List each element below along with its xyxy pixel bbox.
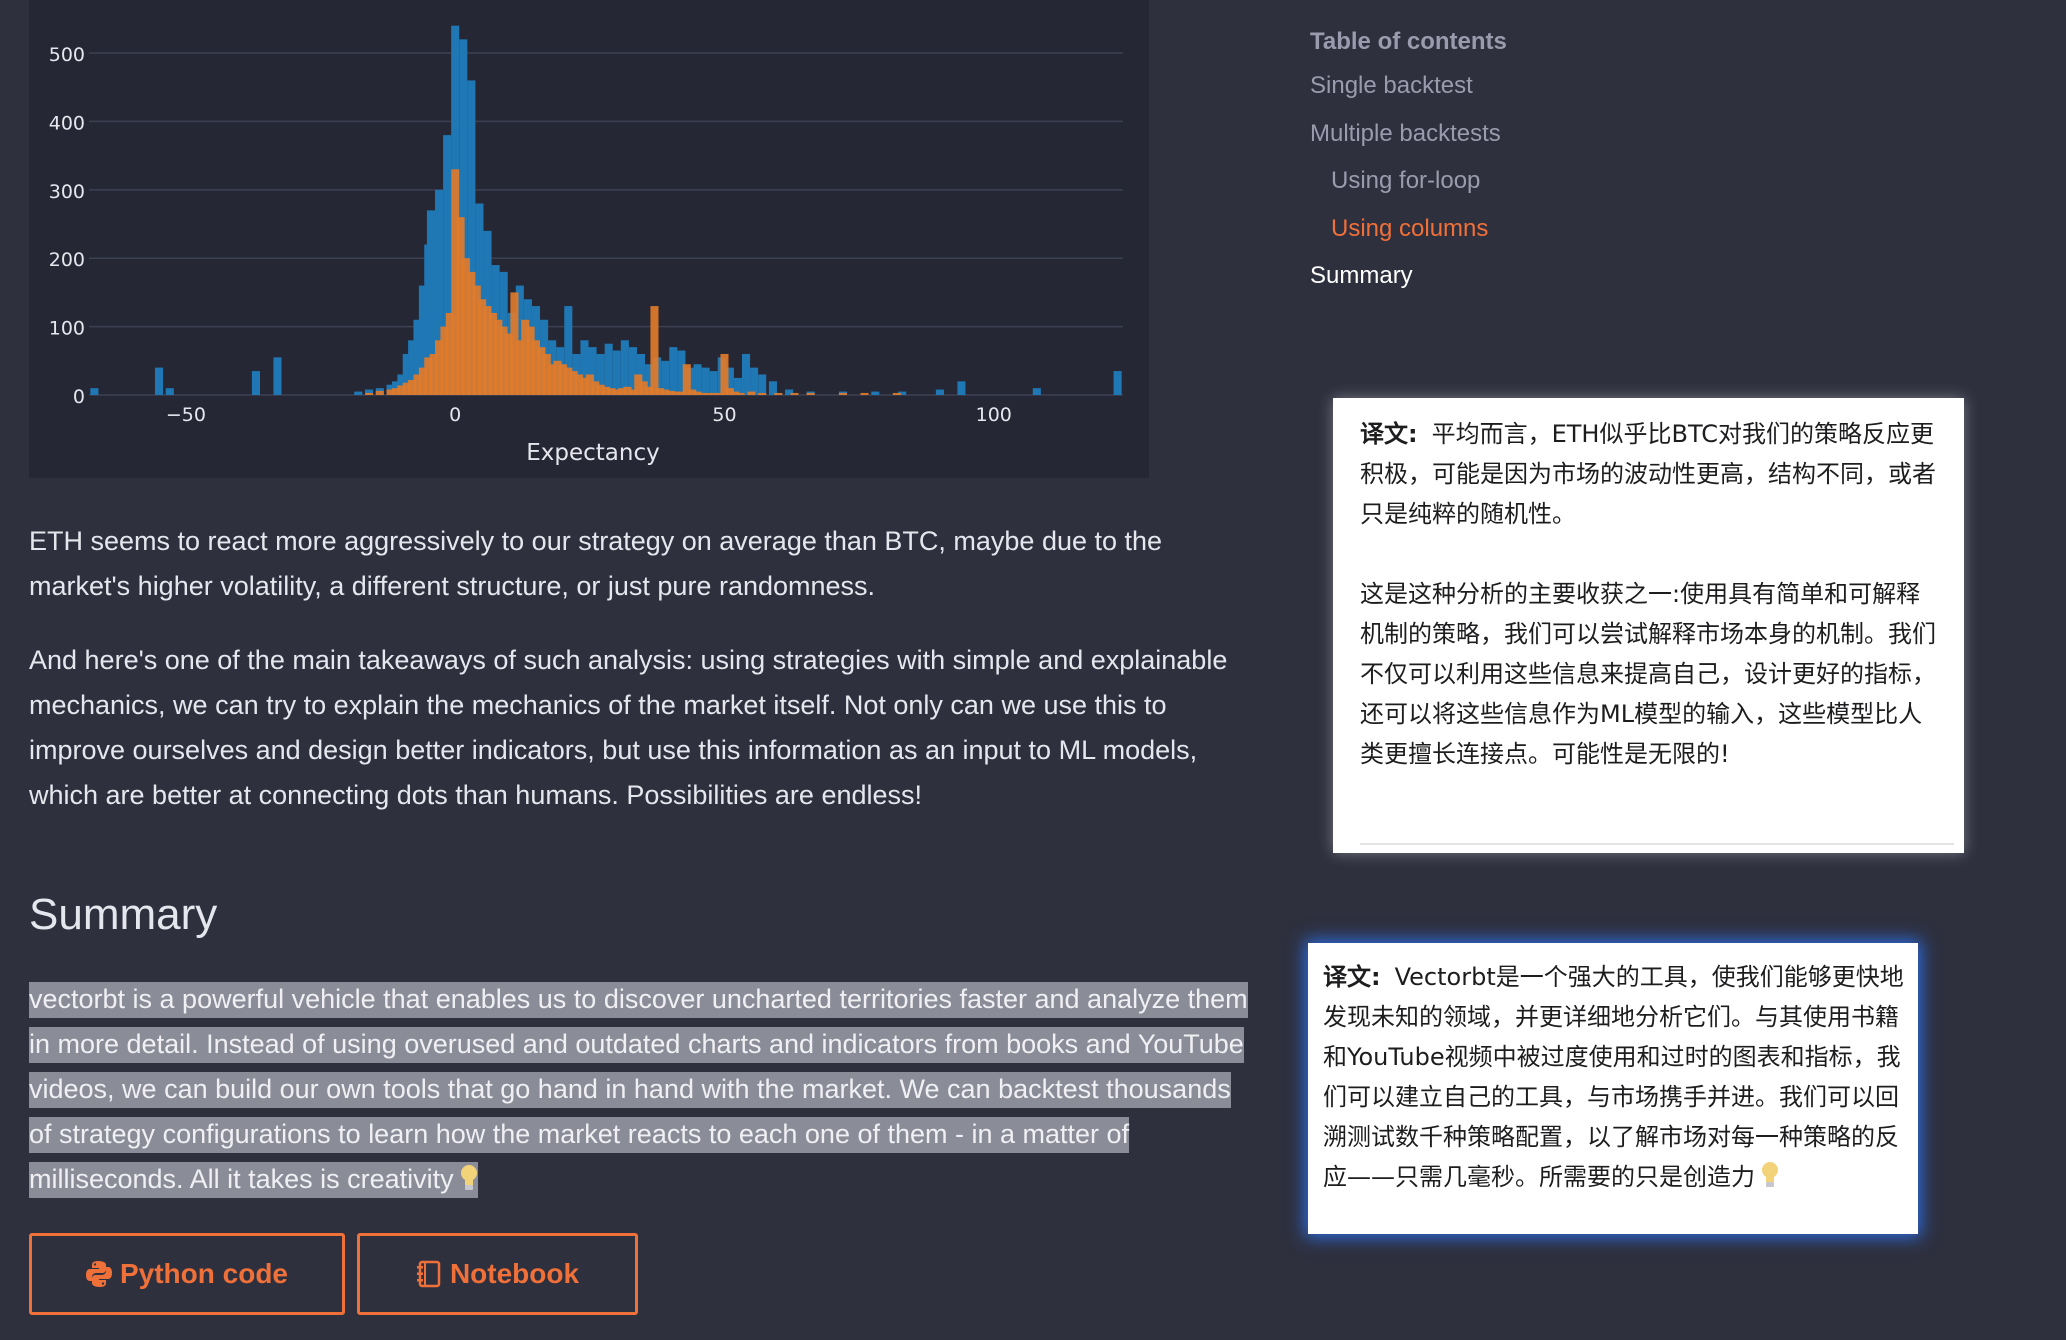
notebook-button[interactable]: Notebook [357,1233,638,1315]
translation-label: 译文: [1360,420,1418,448]
y-tick-label: 100 [49,318,85,340]
histogram-bar-blue [90,388,99,395]
summary-paragraph[interactable]: vectorbt is a powerful vehicle that enab… [29,977,1249,1202]
summary-heading: Summary [29,890,218,939]
summary-text[interactable]: vectorbt is a powerful vehicle that enab… [29,984,1248,1194]
histogram-bar-blue [154,367,164,395]
notebook-label: Notebook [449,1258,580,1289]
x-tick-label: 50 [712,404,736,426]
histogram-bar-blue [273,357,282,395]
y-tick-label: 500 [49,44,85,66]
translation-label: 译文: [1323,963,1381,991]
histogram-bar-blue [957,381,966,395]
histogram-bar-orange [838,392,847,395]
toc-item-using-for-loop[interactable]: Using for-loop [1310,157,1507,205]
histogram-chart: 0 100 200 300 400 500 −50 0 50 100 Expectancy [29,0,1149,478]
histogram-bar-blue [354,391,363,395]
histogram-bar-blue [251,371,260,395]
histogram-bar-orange [774,392,783,395]
histogram-bar-blue [741,353,751,395]
toc-item-multiple-backtests[interactable]: Multiple backtests [1310,110,1507,158]
histogram-bar-blue [871,391,880,395]
histogram-bar-orange [758,392,767,395]
histogram-bar-orange [790,392,799,395]
translation-popup-2[interactable]: 译文: Vectorbt是一个强大的工具，使我们能够更快地发现未知的领域，并更详细… [1308,943,1918,1234]
histogram-bar-orange [806,392,815,395]
x-tick-labels: −50 0 50 100 [166,404,1012,426]
y-tick-label: 0 [73,386,85,408]
histogram-bar-blue [165,388,174,395]
histogram-bar-orange [747,391,756,395]
lightbulb-icon [1762,1162,1778,1187]
histogram-bar-orange [860,392,869,395]
python-icon [85,1261,112,1287]
notebook-icon [416,1260,441,1288]
translation-paragraph-2: 这是这种分析的主要收获之一:使用具有简单和可解释机制的策略，我们可以尝试解释市场… [1360,580,1936,768]
x-tick-label: 0 [449,404,461,426]
table-of-contents: Table of contents Single backtest Multip… [1310,22,1507,300]
histogram-bar-blue [758,374,767,395]
translation-text-3: Vectorbt是一个强大的工具，使我们能够更快地发现未知的领域，并更详细地分析… [1323,963,1904,1191]
y-tick-labels: 0 100 200 300 400 500 [49,44,85,408]
histogram-bar-blue [1032,388,1041,395]
translation-paragraph-1: 译文: 平均而言，ETH似乎比BTC对我们的策略反应更积极，可能是因为市场的波动性… [1360,414,1940,534]
toc-item-using-columns[interactable]: Using columns [1310,205,1507,253]
histogram-bar-blue [669,347,678,395]
histogram-bar-orange [375,390,384,395]
histogram-bar-blue [750,367,759,395]
translation-popup-1[interactable]: 译文: 平均而言，ETH似乎比BTC对我们的策略反应更积极，可能是因为市场的波动性… [1333,398,1964,853]
toc-item-single-backtest[interactable]: Single backtest [1310,62,1507,110]
x-axis-label: Expectancy [526,440,660,466]
x-tick-label: 100 [976,404,1012,426]
y-tick-label: 400 [49,112,85,134]
toc-item-summary[interactable]: Summary [1310,252,1507,300]
y-tick-label: 200 [49,249,85,271]
lightbulb-icon [460,1165,477,1190]
python-code-label: Python code [119,1258,288,1289]
python-code-button[interactable]: Python code [29,1233,345,1315]
histogram-bars [90,25,1122,396]
histogram-bar-blue [701,367,710,395]
popup-divider [1360,843,1954,845]
x-tick-label: −50 [166,404,206,426]
translation-paragraph-3: 译文: Vectorbt是一个强大的工具，使我们能够更快地发现未知的领域，并更详细… [1323,957,1904,1197]
histogram-bar-orange [365,392,374,395]
histogram-bar-orange [892,392,901,395]
histogram-bar-blue [935,389,944,395]
paragraph-takeaways: And here's one of the main takeaways of … [29,645,1228,810]
toc-title: Table of contents [1310,28,1507,55]
histogram-bar-blue [709,371,718,395]
histogram-bar-orange [736,392,745,395]
histogram-svg: 0 100 200 300 400 500 −50 0 50 100 Expectancy [49,25,1123,466]
histogram-bar-blue [1113,371,1122,395]
selected-text: vectorbt is a powerful vehicle that enab… [29,982,1248,1198]
histogram-bar-orange [650,306,659,395]
translation-text-1: 平均而言，ETH似乎比BTC对我们的策略反应更积极，可能是因为市场的波动性更高，… [1360,420,1936,528]
paragraph-eth-volatility: ETH seems to react more aggressively to … [29,526,1163,601]
y-tick-label: 300 [49,181,85,203]
